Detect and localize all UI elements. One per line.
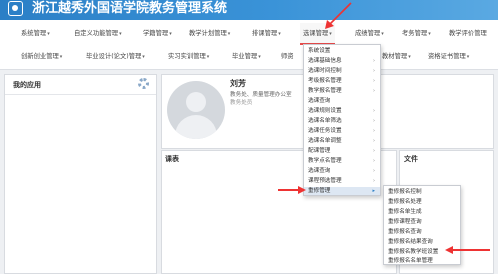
avatar-body-shape bbox=[175, 115, 217, 139]
header-banner: 浙江越秀外国语学院教务管理系统 bbox=[0, 0, 498, 20]
submenu-item[interactable]: 重修名单生成 bbox=[384, 208, 460, 216]
gear-icon[interactable] bbox=[138, 78, 149, 89]
chevron-right-icon: › bbox=[373, 68, 375, 74]
dropdown-item-retake-management[interactable]: 重修管理 ▸ bbox=[304, 187, 380, 195]
caret-right-icon: ▸ bbox=[372, 188, 375, 194]
user-dept: 教务处员 bbox=[230, 100, 253, 106]
dropdown-item[interactable]: 配课管理 › bbox=[304, 147, 380, 155]
chevron-right-icon: › bbox=[373, 118, 375, 124]
chevron-right-icon: › bbox=[373, 138, 375, 144]
nav-thesis[interactable]: 毕业设计(论文)管理▾ bbox=[86, 46, 145, 68]
caret-down-icon: ▾ bbox=[381, 31, 384, 37]
nav-internship[interactable]: 实习实训管理▾ bbox=[168, 46, 209, 68]
nav-teaching-plan[interactable]: 教学计划管理▾ bbox=[189, 23, 230, 45]
nav-system[interactable]: 系统管理▾ bbox=[21, 23, 50, 45]
avatar-head-shape bbox=[186, 92, 206, 112]
chevron-right-icon: › bbox=[373, 148, 375, 154]
nav-innovation[interactable]: 创新创业管理▾ bbox=[21, 46, 62, 68]
submenu-item[interactable]: 重修课程查询 bbox=[384, 218, 460, 226]
chevron-right-icon: › bbox=[373, 58, 375, 64]
user-name: 刘芳 bbox=[230, 79, 246, 88]
dropdown-item[interactable]: 选课查询 bbox=[304, 97, 380, 105]
chevron-right-icon: › bbox=[373, 128, 375, 134]
dropdown-item[interactable]: 选课规则设置 › bbox=[304, 107, 380, 115]
submenu-item[interactable]: 重修报名名单管理 bbox=[384, 257, 460, 265]
submenu-item[interactable]: 重修报名结果查询 bbox=[384, 238, 460, 246]
chevron-right-icon: › bbox=[373, 158, 375, 164]
main-nav: 系统管理▾ 自定义功能管理▾ 学籍管理▾ 教学计划管理▾ 排课管理▾ 选课管理▾… bbox=[0, 20, 498, 70]
course-selection-dropdown: 系统设置 选课基础信息 › 选课时间控制 › 考级报名管理 › 教学报名管理 › 选课查… bbox=[303, 44, 381, 196]
submenu-item[interactable]: 重修报名处理 bbox=[384, 198, 460, 206]
caret-down-icon: ▾ bbox=[227, 31, 231, 37]
nav-student-status[interactable]: 学籍管理▾ bbox=[143, 23, 172, 45]
caret-down-icon: ▾ bbox=[47, 31, 50, 37]
retake-submenu: 重修报名控制 重修报名处理 重修名单生成 重修课程查询 重修报名查询 重修报名结… bbox=[383, 185, 461, 265]
caret-down-icon: ▾ bbox=[278, 31, 281, 37]
school-logo-icon bbox=[8, 1, 23, 16]
nav-custom-func[interactable]: 自定义功能管理▾ bbox=[74, 23, 122, 45]
dropdown-item[interactable]: 课程预选管理 › bbox=[304, 177, 380, 185]
nav-row-1: 系统管理▾ 自定义功能管理▾ 学籍管理▾ 教学计划管理▾ 排课管理▾ 选课管理▾… bbox=[0, 23, 498, 45]
submenu-item[interactable]: 重修报名查询 bbox=[384, 228, 460, 236]
chevron-right-icon: › bbox=[373, 108, 375, 114]
dropdown-item[interactable]: 考级报名管理 › bbox=[304, 77, 380, 85]
caret-down-icon: ▾ bbox=[329, 31, 332, 37]
chevron-right-icon: › bbox=[373, 78, 375, 84]
caret-down-icon: ▾ bbox=[408, 54, 411, 60]
submenu-item[interactable]: 重修报名控制 bbox=[384, 188, 460, 196]
user-role: 教务处、质量管理办公室 bbox=[230, 92, 292, 98]
files-title: 文件 bbox=[404, 155, 418, 163]
my-apps-title: 我的应用 bbox=[13, 81, 41, 89]
nav-teaching-eval[interactable]: 教学评价管理 bbox=[449, 23, 487, 45]
caret-down-icon: ▾ bbox=[428, 31, 431, 37]
nav-course-selection[interactable]: 选课管理▾ bbox=[300, 23, 335, 45]
dropdown-item[interactable]: 选课名单筛选 › bbox=[304, 117, 380, 125]
chevron-right-icon: › bbox=[373, 168, 375, 174]
nav-textbooks[interactable]: 教材管理▾ bbox=[382, 46, 411, 68]
dropdown-item[interactable]: 系统设置 bbox=[304, 47, 380, 55]
dropdown-item[interactable]: 选课时间控制 › bbox=[304, 67, 380, 75]
avatar bbox=[167, 81, 225, 139]
caret-down-icon: ▾ bbox=[258, 54, 261, 60]
nav-faculty[interactable]: 师资 bbox=[281, 46, 294, 68]
dropdown-item[interactable]: 选课任务设置 › bbox=[304, 127, 380, 135]
caret-down-icon: ▾ bbox=[466, 54, 470, 60]
nav-graduation[interactable]: 毕业管理▾ bbox=[232, 46, 261, 68]
submenu-item-retake-class-settings[interactable]: 重修报名教学班设置 bbox=[384, 248, 460, 256]
nav-exams[interactable]: 考务管理▾ bbox=[402, 23, 431, 45]
my-apps-panel: 我的应用 bbox=[4, 74, 157, 274]
caret-down-icon: ▾ bbox=[59, 54, 63, 60]
dropdown-item[interactable]: 教学报名管理 › bbox=[304, 87, 380, 95]
dropdown-item[interactable]: 教学点名管理 › bbox=[304, 157, 380, 165]
caret-down-icon: ▾ bbox=[169, 31, 172, 37]
caret-down-icon: ▾ bbox=[206, 54, 210, 60]
chevron-right-icon: › bbox=[373, 88, 375, 94]
my-apps-header: 我的应用 bbox=[5, 75, 156, 95]
course-schedule-title: 课表 bbox=[165, 155, 179, 163]
dropdown-item[interactable]: 选课基础信息 › bbox=[304, 57, 380, 65]
caret-down-icon: ▾ bbox=[119, 31, 122, 37]
nav-certificates[interactable]: 资格证书管理▾ bbox=[428, 46, 469, 68]
nav-row-2: 创新创业管理▾ 毕业设计(论文)管理▾ 实习实训管理▾ 毕业管理▾ 师资 教材管… bbox=[0, 46, 498, 68]
nav-grades[interactable]: 成绩管理▾ bbox=[355, 23, 384, 45]
nav-scheduling[interactable]: 排课管理▾ bbox=[252, 23, 281, 45]
caret-down-icon: ▾ bbox=[142, 54, 145, 60]
dropdown-item[interactable]: 选课名单调整 › bbox=[304, 137, 380, 145]
chevron-right-icon: › bbox=[373, 178, 375, 184]
dropdown-item[interactable]: 选课查询 › bbox=[304, 167, 380, 175]
app-title: 浙江越秀外国语学院教务管理系统 bbox=[32, 1, 228, 16]
